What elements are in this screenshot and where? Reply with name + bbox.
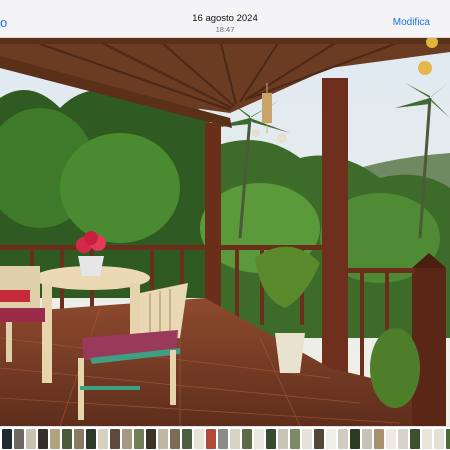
thumbnail[interactable] xyxy=(2,428,12,449)
thumbnail[interactable] xyxy=(302,428,312,449)
thumbnail[interactable] xyxy=(26,428,36,449)
thumbnail[interactable] xyxy=(242,428,252,449)
thumbnail[interactable] xyxy=(14,428,24,449)
thumbnail[interactable] xyxy=(290,428,300,449)
thumbnail[interactable] xyxy=(230,428,240,449)
thumbnail[interactable] xyxy=(398,428,408,449)
thumbnail[interactable] xyxy=(314,428,324,449)
thumbnail[interactable] xyxy=(434,428,444,449)
photo-viewer[interactable] xyxy=(0,38,450,426)
thumbnail[interactable] xyxy=(374,428,384,449)
thumbnail[interactable] xyxy=(170,428,180,449)
thumbnail[interactable] xyxy=(386,428,396,449)
thumbnail[interactable] xyxy=(194,428,204,449)
thumbnail[interactable] xyxy=(206,428,216,449)
photo-time: 18:47 xyxy=(215,25,235,34)
thumbnail[interactable] xyxy=(98,428,108,449)
thumbnail[interactable] xyxy=(146,428,156,449)
thumbnail-strip[interactable] xyxy=(0,426,450,450)
thumbnail[interactable] xyxy=(122,428,132,449)
thumbnail[interactable] xyxy=(266,428,276,449)
thumbnail[interactable] xyxy=(338,428,348,449)
thumbnail[interactable] xyxy=(278,428,288,449)
thumbnail[interactable] xyxy=(218,428,228,449)
thumbnail[interactable] xyxy=(158,428,168,449)
thumbnail[interactable] xyxy=(182,428,192,449)
thumbnail[interactable] xyxy=(134,428,144,449)
thumbnail[interactable] xyxy=(362,428,372,449)
thumbnail[interactable] xyxy=(62,428,72,449)
thumbnail[interactable] xyxy=(446,428,450,449)
top-toolbar: o 16 agosto 2024 18:47 Modifica xyxy=(0,0,450,38)
thumbnail[interactable] xyxy=(350,428,360,449)
photo-date-header: 16 agosto 2024 18:47 xyxy=(0,13,450,35)
photo-date: 16 agosto 2024 xyxy=(192,13,258,24)
veranda-photo xyxy=(0,38,450,426)
thumbnail[interactable] xyxy=(410,428,420,449)
thumbnail[interactable] xyxy=(86,428,96,449)
thumbnail[interactable] xyxy=(422,428,432,449)
thumbnail[interactable] xyxy=(110,428,120,449)
thumbnail[interactable] xyxy=(50,428,60,449)
thumbnail[interactable] xyxy=(74,428,84,449)
thumbnail[interactable] xyxy=(38,428,48,449)
thumbnail[interactable] xyxy=(326,428,336,449)
edit-button[interactable]: Modifica xyxy=(393,17,430,28)
thumbnail[interactable] xyxy=(254,428,264,449)
